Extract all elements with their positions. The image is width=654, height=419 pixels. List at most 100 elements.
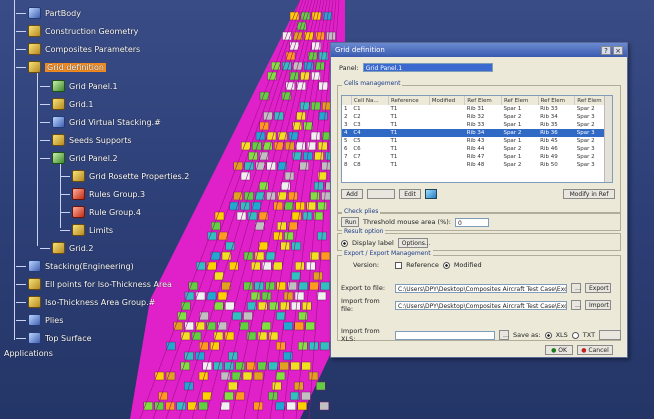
tree-node-17[interactable]: Plies [28, 313, 63, 327]
grid-cell [176, 401, 186, 411]
tree-node-5[interactable]: Grid.1 [52, 97, 93, 111]
tree-node-0[interactable]: PartBody [28, 6, 81, 20]
tree-node-16[interactable]: Iso-Thickness Area Group.# [28, 295, 155, 309]
tree-node-8[interactable]: Grid Panel.2 [52, 151, 118, 165]
tree-connector-line [60, 176, 70, 177]
cancel-button[interactable]: ● Cancel [577, 345, 613, 355]
tree-node-12[interactable]: Limits [72, 223, 113, 237]
table-row[interactable]: 3 C3 T1 Rib 33 Spar 1 Rib 35 Spar 2 [342, 121, 612, 129]
tree-node-15[interactable]: Ell points for Iso-Thickness Area [28, 277, 172, 291]
table-row[interactable]: 1 C1 T1 Rib 31 Spar 1 Rib 33 Spar 2 [342, 105, 612, 113]
xls-radio[interactable] [544, 331, 552, 339]
grid-cell [297, 401, 307, 411]
tree-node-14[interactable]: Stacking(Engineering) [28, 259, 134, 273]
rules-icon [72, 206, 85, 218]
save-button[interactable] [599, 330, 622, 340]
grid-cell [301, 391, 311, 401]
table-row[interactable]: 6 C6 T1 Rib 44 Spar 2 Rib 46 Spar 3 [342, 145, 612, 153]
tree-node-6[interactable]: Grid Virtual Stacking.# [52, 115, 161, 129]
dialog-titlebar[interactable]: Grid definition ? × [331, 43, 627, 57]
modify-in-ref-button[interactable]: Modify in Ref [563, 189, 615, 199]
tree-node-9[interactable]: Grid Rosette Properties.2 [72, 169, 189, 183]
help-button[interactable]: ? [601, 45, 611, 55]
table-cell: Rib 50 [540, 162, 558, 168]
tree-connector-line [60, 212, 70, 213]
column-header[interactable]: Ref Elem [501, 96, 539, 105]
tree-node-13[interactable]: Grid.2 [52, 241, 93, 255]
table-cell: T1 [390, 162, 398, 168]
threshold-field[interactable]: 0 [454, 217, 489, 227]
modified-radio[interactable] [442, 261, 450, 269]
table-scrollbar[interactable] [604, 96, 612, 182]
import-file-field[interactable]: C:\Users\DPY\Desktop\Composites Aircraft… [395, 300, 567, 310]
display-label-text: Display label [352, 239, 394, 247]
table-cell [429, 113, 465, 121]
grid-cell [301, 361, 311, 371]
run-button[interactable]: Run [341, 217, 359, 227]
tree-node-label: Iso-Thickness Area Group.# [45, 297, 156, 307]
export-file-field[interactable]: C:\Users\DPY\Desktop\Composites Aircraft… [395, 283, 567, 293]
display-label-radio[interactable] [341, 239, 348, 247]
tree-node-2[interactable]: Composites Parameters [28, 42, 140, 56]
column-header[interactable]: Ref Elem [538, 96, 576, 105]
tree-node-7[interactable]: Seeds Supports [52, 133, 132, 147]
table-cell [429, 121, 465, 129]
table-cell: Rib 32 [466, 114, 485, 120]
tree-node-4[interactable]: Grid Panel.1 [52, 79, 118, 93]
ok-button[interactable]: ● OK [545, 345, 573, 355]
grid-cell [275, 401, 285, 411]
column-header[interactable]: Cell Na... [351, 96, 389, 105]
table-row[interactable]: 4 C4 T1 Rib 34 Spar 2 Rib 36 Spar 3 [342, 129, 612, 137]
tree-node-1[interactable]: Construction Geometry [28, 24, 138, 38]
table-row[interactable]: 5 C5 T1 Rib 43 Spar 1 Rib 45 Spar 2 [342, 137, 612, 145]
column-header[interactable] [342, 96, 352, 105]
grid-cell [286, 401, 296, 411]
add-button[interactable]: Add [341, 189, 363, 199]
grid-cell [275, 371, 286, 381]
tree-node-10[interactable]: Rules Group.3 [72, 187, 145, 201]
column-header[interactable]: Ref Elem [464, 96, 502, 105]
edit-button[interactable]: Edit [399, 189, 421, 199]
close-button[interactable]: × [613, 45, 623, 55]
grid-cell [320, 251, 331, 261]
import-xls-field[interactable] [395, 330, 495, 340]
panel-field[interactable]: Grid Panel.1 [362, 63, 493, 72]
options-button[interactable]: Options... [397, 238, 431, 248]
tree-connector-line [16, 31, 26, 32]
grid-cell [180, 361, 190, 371]
tree-node-3[interactable]: Grid definition [28, 60, 106, 74]
table-cell: Spar 1 [503, 106, 522, 112]
table-cell: 6 [344, 146, 348, 152]
table-body[interactable]: 1 C1 T1 Rib 31 Spar 1 Rib 33 Spar 2 2 C2 T1 Rib 32… [342, 105, 612, 169]
export-button[interactable]: Export [585, 283, 611, 293]
table-cell: C5 [353, 138, 361, 144]
import-xls-browse-button[interactable]: … [499, 330, 509, 340]
cells-table[interactable]: Cell Na... Reference Modified Ref Elem Ref E… [341, 95, 613, 183]
table-row[interactable]: 2 C2 T1 Rib 32 Spar 2 Rib 34 Spar 3 [342, 113, 612, 121]
table-cell: Rib 47 [466, 154, 485, 160]
applications-node[interactable]: Applications [4, 346, 53, 360]
stacking-icon [28, 260, 41, 272]
column-header[interactable]: Modified [429, 96, 466, 105]
table-cell: Spar 1 [503, 138, 522, 144]
column-header[interactable]: Reference [388, 96, 430, 105]
tree-node-11[interactable]: Rule Group.4 [72, 205, 141, 219]
tree-node-18[interactable]: Top Surface [28, 331, 92, 345]
table-cell: 4 [342, 129, 352, 137]
specification-tree[interactable]: PartBody Construction Geometry Composites … [0, 0, 300, 360]
grid-cell [300, 11, 311, 21]
reference-checkbox[interactable] [395, 261, 403, 269]
grid-cell [317, 201, 327, 211]
tree-connector-line [60, 230, 70, 231]
table-cell: Spar 1 [503, 122, 522, 128]
txt-radio[interactable] [571, 331, 579, 339]
grid-cell [316, 381, 326, 391]
remove-button[interactable] [367, 189, 395, 199]
table-row[interactable]: 7 C7 T1 Rib 47 Spar 1 Rib 49 Spar 2 [342, 153, 612, 161]
table-row[interactable]: 8 C8 T1 Rib 48 Spar 2 Rib 50 Spar 3 [342, 161, 612, 169]
import-browse-button[interactable]: … [571, 300, 581, 310]
export-browse-button[interactable]: … [571, 283, 581, 293]
tree-node-label: Limits [89, 225, 113, 235]
refresh-icon[interactable] [425, 189, 437, 199]
import-button[interactable]: Import [585, 300, 611, 310]
